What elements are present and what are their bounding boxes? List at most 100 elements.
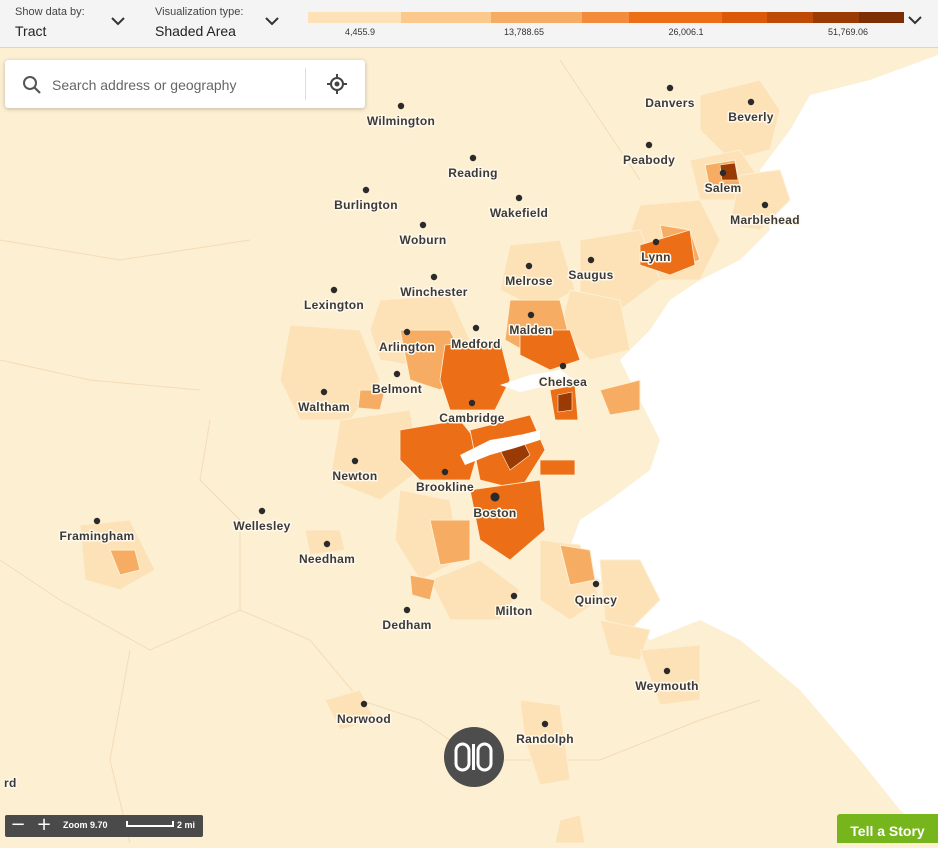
city-dot [472,324,480,332]
city-dot [330,286,338,294]
legend-swatch [812,12,860,23]
city-dot [320,388,328,396]
brand-logo-button[interactable] [444,727,504,787]
tell-a-story-button[interactable]: Tell a Story [837,814,938,843]
color-legend: 4,455.9 13,788.65 26,006.1 51,769.06 [308,12,904,40]
city-label: Woburn [400,233,447,247]
legend-swatch [581,12,630,23]
city-label: Belmont [372,382,422,396]
city-dot [430,273,438,281]
city-dot [93,517,101,525]
legend-tick: 26,006.1 [668,27,704,37]
choropleth-map[interactable]: DanversDanversBeverlyBeverlyWilmingtonWi… [0,0,938,843]
city-label: Burlington [334,198,398,212]
city-dot [666,84,674,92]
city-label: Lynn [641,250,670,264]
city-dot [541,720,549,728]
search-divider [305,68,306,100]
city-label: Saugus [568,268,613,282]
city-dot [587,256,595,264]
city-label: Dedham [382,618,431,632]
city-label: Boston [473,506,516,520]
search-box [5,60,365,108]
locate-crosshair-icon[interactable] [326,73,348,95]
legend-swatch [721,12,767,23]
city-label: rd [4,776,17,790]
city-label: Medford [451,337,500,351]
show-data-by-dropdown[interactable]: Show data by: Tract [15,6,125,39]
city-label: Arlington [379,340,435,354]
city-dot [719,169,727,177]
city-label: Wilmington [367,114,435,128]
chevron-down-icon [265,17,279,26]
city-dot [258,507,266,515]
city-dot [323,540,331,548]
city-dot [652,238,660,246]
zoom-bar: − + Zoom 9.70 2 mi [5,815,203,837]
city-label: Newton [332,469,377,483]
legend-swatch [308,12,401,23]
legend-tick: 4,455.9 [344,27,376,37]
city-label: Wellesley [233,519,290,533]
city-label: Reading [448,166,497,180]
city-dot [403,606,411,614]
city-dot [393,370,401,378]
city-dot [441,468,449,476]
zoom-level: Zoom 9.70 [63,820,108,830]
zoom-in-button[interactable]: + [33,815,55,837]
city-dot [527,311,535,319]
legend-swatch [400,12,491,23]
legend-swatch [766,12,813,23]
city-dot [645,141,653,149]
city-dot [510,592,518,600]
logo-icon [454,742,493,772]
legend-swatch [859,12,904,23]
show-data-by-caption: Show data by: [15,6,85,18]
city-label: Danvers [645,96,694,110]
city-label: Quincy [575,593,618,607]
legend-color-bars [308,12,904,23]
city-label: Framingham [59,529,134,543]
city-label: Peabody [623,153,675,167]
city-label: Marblehead [730,213,800,227]
legend-tick: 51,769.06 [827,27,869,37]
city-label: Milton [495,604,532,618]
city-dot [403,328,411,336]
city-dot [490,492,500,502]
city-label: Weymouth [635,679,699,693]
visualization-caption: Visualization type: [155,6,244,18]
city-label: Cambridge [439,411,504,425]
city-dot [761,201,769,209]
scale-bar [126,821,174,827]
city-label: Waltham [298,400,350,414]
city-label: Brookline [416,480,474,494]
search-icon [23,76,41,94]
city-label: Needham [299,552,355,566]
legend-swatch [490,12,582,23]
scale-text: 2 mi [177,820,196,830]
city-label: Randolph [516,732,574,746]
legend-expand-chevron-icon[interactable] [907,14,923,26]
city-dot [351,457,359,465]
city-dot [592,580,600,588]
city-dot [362,186,370,194]
visualization-type-dropdown[interactable]: Visualization type: Shaded Area [155,6,279,39]
city-label: Malden [509,323,552,337]
city-dot [747,98,755,106]
zoom-out-button[interactable]: − [7,815,29,837]
legend-tick: 13,788.65 [503,27,545,37]
top-control-bar: Show data by: Tract Visualization type: … [0,0,938,48]
chevron-down-icon [111,17,125,26]
search-input[interactable] [50,70,299,100]
city-label: Melrose [505,274,552,288]
show-data-by-value: Tract [15,23,47,39]
visualization-value: Shaded Area [155,23,236,39]
city-label: Wakefield [490,206,548,220]
city-label: Winchester [400,285,468,299]
city-dot [515,194,523,202]
city-label: Beverly [728,110,773,124]
city-label: Norwood [337,712,391,726]
city-dot [360,700,368,708]
city-label: Salem [705,181,742,195]
city-dot [468,399,476,407]
